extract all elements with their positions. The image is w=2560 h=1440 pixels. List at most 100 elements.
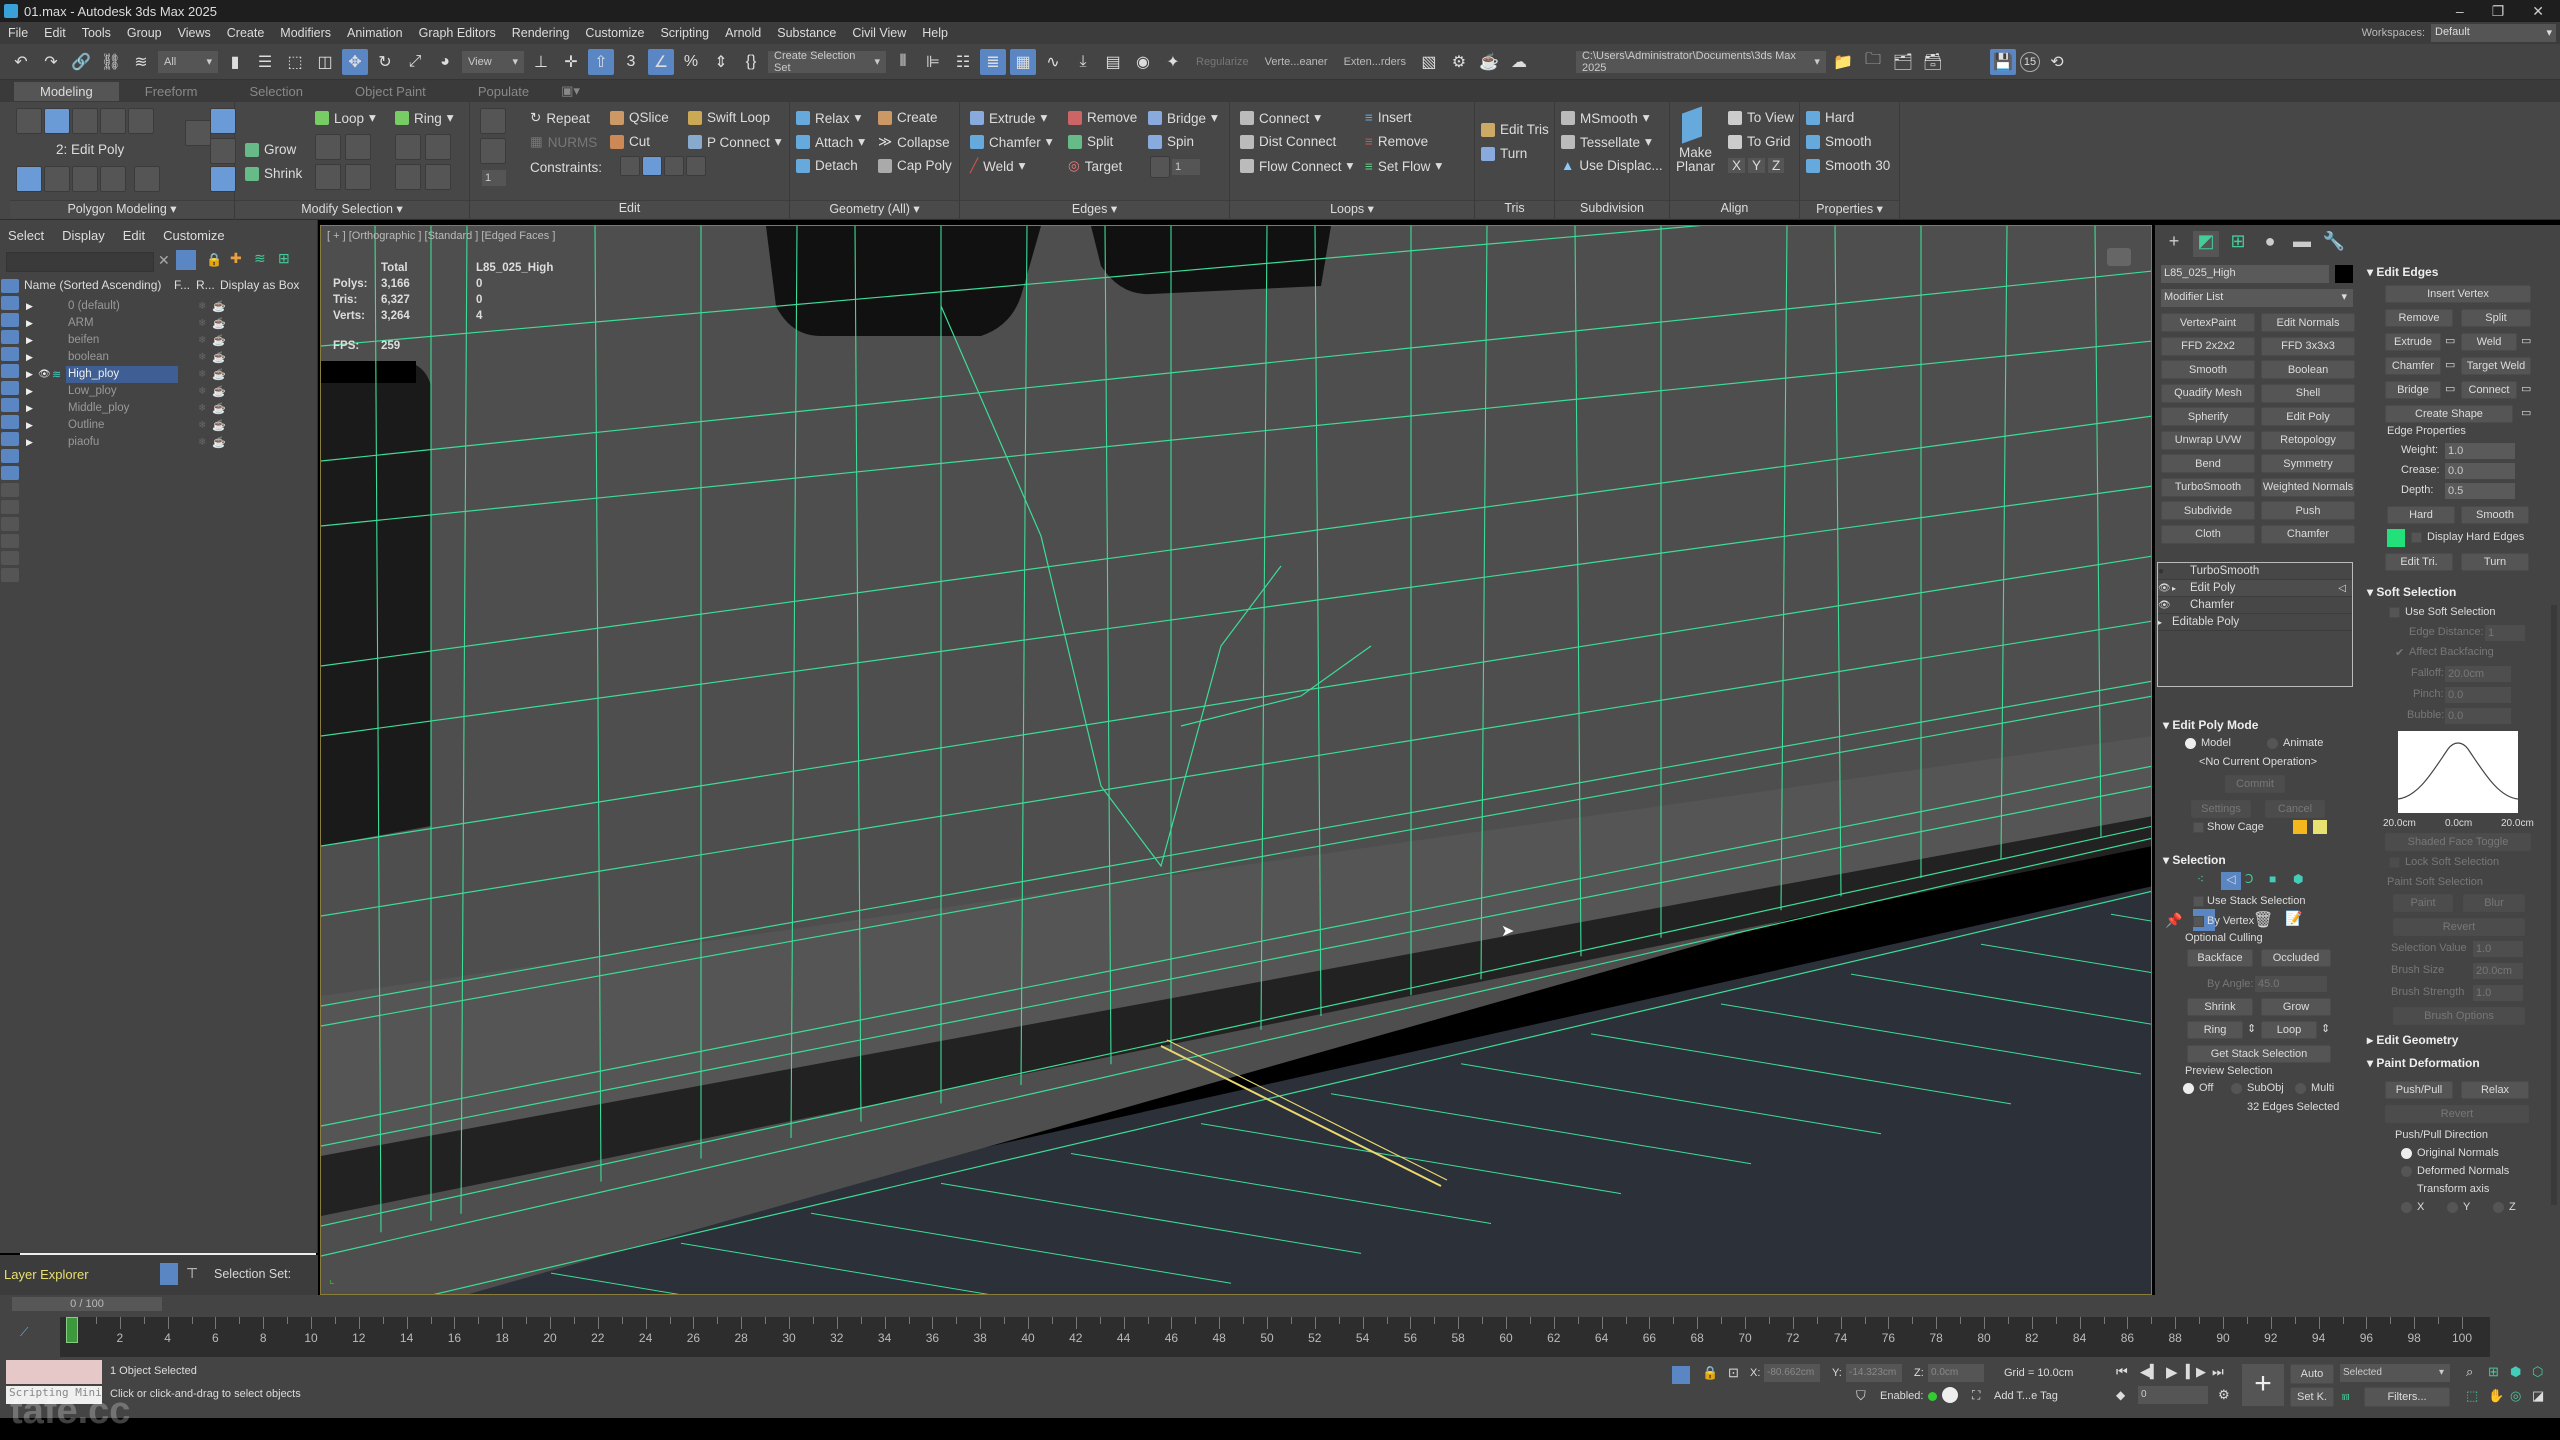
renderable-teapot-icon[interactable]: ☕ — [212, 368, 226, 381]
cap-poly-button[interactable]: Cap Poly — [878, 158, 952, 173]
grow-ring-icon[interactable] — [395, 134, 421, 160]
ring-selection-button[interactable]: Ring — [2187, 1021, 2243, 1039]
bones-filter-icon[interactable] — [1, 415, 19, 429]
smooth-edge-button[interactable]: Smooth — [2461, 506, 2529, 524]
modifier-stack[interactable]: ● TurboSmooth 👁 ▸ Edit Poly ◁ 👁 Chamfer ▸ Editabl… — [2157, 562, 2353, 687]
chamfer-button[interactable]: Chamfer ▾ — [970, 134, 1053, 150]
modifier-button[interactable]: Bend — [2161, 454, 2255, 473]
dist-connect-button[interactable]: Dist Connect — [1240, 134, 1336, 149]
layer-name[interactable]: Outline — [66, 417, 178, 434]
bubble-input[interactable]: 0.0 — [2445, 708, 2511, 724]
layer-row[interactable]: ▶ Middle_ploy ❄ ☕ — [22, 400, 318, 417]
to-grid-button[interactable]: To Grid — [1728, 134, 1791, 149]
repeat-button[interactable]: ↻ Repeat — [530, 110, 590, 126]
grow-loop-icon[interactable] — [315, 134, 341, 160]
bind-space-warp-icon[interactable]: ≋ — [128, 49, 154, 75]
toggle-command-panel-icon[interactable] — [210, 166, 236, 192]
freeze-icon[interactable]: ❄ — [198, 386, 206, 397]
polygon-level-icon[interactable]: ■ — [2269, 872, 2289, 890]
modifier-button[interactable]: Boolean — [2261, 360, 2355, 379]
tab-populate[interactable]: Populate — [452, 82, 555, 101]
weld-button[interactable]: ╱ Weld ▾ — [970, 158, 1025, 174]
menu-create[interactable]: Create — [219, 26, 273, 40]
project-open-icon[interactable]: 📁 — [1830, 49, 1856, 75]
layer-row[interactable]: ▶ 👁 ≋ High_ploy ❄ ☕ — [22, 366, 318, 383]
brush-options-button[interactable]: Brush Options — [2393, 1007, 2525, 1025]
falloff-input[interactable]: 20.0cm — [2445, 666, 2511, 682]
create-shape-settings-icon[interactable]: ▭ — [2521, 406, 2531, 419]
tab-modeling[interactable]: Modeling — [14, 81, 119, 101]
constraint-none-icon[interactable] — [620, 156, 640, 176]
key-filters-button[interactable]: Filters... — [2364, 1387, 2450, 1407]
tag-icon[interactable]: ⛶ — [1972, 1388, 1980, 1403]
menu-rendering[interactable]: Rendering — [504, 26, 578, 40]
freeze-icon[interactable]: ❄ — [198, 301, 206, 312]
select-scale-icon[interactable]: ⤢ — [402, 49, 428, 75]
command-panel-scrollbar[interactable] — [2551, 605, 2557, 1205]
vertex-mode-icon[interactable] — [16, 108, 42, 134]
menu-help[interactable]: Help — [914, 26, 956, 40]
expand-icon[interactable]: ▶ — [26, 301, 33, 312]
modifier-button[interactable]: Weighted Normals — [2261, 477, 2355, 497]
menu-modifiers[interactable]: Modifiers — [272, 26, 339, 40]
freeze-icon[interactable]: ❄ — [198, 335, 206, 346]
revert-paint-button[interactable]: Revert — [2385, 1105, 2529, 1123]
modifier-button[interactable]: Symmetry — [2261, 454, 2355, 473]
column-frozen[interactable]: F... — [174, 278, 196, 294]
set-key-large-button[interactable]: + — [2242, 1364, 2284, 1406]
default-in-out-tangents-icon[interactable]: ⩎ — [2342, 1388, 2349, 1404]
preview-subobj-radio[interactable] — [2231, 1083, 2242, 1094]
layer-row[interactable]: ▶ 0 (default) ❄ ☕ — [22, 298, 318, 315]
select-place-icon[interactable]: ◕ — [432, 49, 458, 75]
save-icon[interactable]: 💾 — [1989, 48, 2016, 75]
menu-substance[interactable]: Substance — [769, 26, 844, 40]
align-z-button[interactable]: Z — [1768, 158, 1785, 173]
extrude-edge-button[interactable]: Extrude — [2385, 333, 2441, 351]
rollout-selection[interactable]: ▾ Selection — [2163, 853, 2226, 867]
z-coordinate-input[interactable]: 0.0cm — [1928, 1364, 1984, 1382]
freeze-icon[interactable]: ❄ — [198, 437, 206, 448]
current-frame-marker[interactable] — [66, 1317, 78, 1343]
weld-settings-icon[interactable]: ▭ — [2521, 334, 2531, 347]
expand-icon[interactable]: ▶ — [26, 369, 33, 380]
get-stack-selection-button[interactable]: Get Stack Selection — [2187, 1045, 2331, 1063]
stack-item[interactable]: 👁 Chamfer — [2158, 597, 2352, 614]
display-tab-icon[interactable]: ▬ — [2289, 231, 2315, 257]
vertex-cleaner-button[interactable]: Verte...eaner — [1259, 56, 1334, 68]
layer-name[interactable]: Low_ploy — [66, 383, 178, 400]
plugin-icon[interactable]: ✦ — [1160, 49, 1186, 75]
layer-row[interactable]: ▶ boolean ❄ ☕ — [22, 349, 318, 366]
clear-search-icon[interactable]: ✕ — [158, 252, 170, 269]
filter-icon[interactable] — [176, 250, 196, 270]
edge-level-icon[interactable]: ◁ — [2221, 872, 2241, 890]
ring-spinner-icon[interactable]: ⇕ — [2247, 1022, 2256, 1035]
rect-selection-icon[interactable]: ⬚ — [282, 49, 308, 75]
shrink-ring-icon[interactable] — [425, 134, 451, 160]
loop-selection-button[interactable]: Loop — [2261, 1021, 2317, 1039]
shrink-loop-icon[interactable] — [345, 134, 371, 160]
restore-button[interactable]: ❐ — [2492, 3, 2505, 20]
timeline-track[interactable]: 0246810121416182022242628303234363840424… — [60, 1317, 2490, 1357]
freeze-icon[interactable]: ❄ — [198, 318, 206, 329]
stack-mode-icon[interactable] — [16, 166, 42, 192]
rollout-soft-selection[interactable]: ▾ Soft Selection — [2367, 585, 2456, 599]
layer-name[interactable]: 0 (default) — [66, 298, 178, 315]
remove-modifier-icon[interactable]: 🗑 — [2253, 910, 2273, 930]
qslice-button[interactable]: QSlice — [610, 110, 669, 125]
previous-frame-icon[interactable]: ◀▍ — [2140, 1364, 2160, 1380]
animate-radio[interactable] — [2267, 738, 2278, 749]
modifier-button[interactable]: Subdivide — [2161, 501, 2255, 520]
edges-spinner[interactable]: 1 — [1172, 159, 1200, 175]
modifier-button[interactable]: Smooth — [2161, 360, 2255, 379]
p-connect-button[interactable]: P Connect ▾ — [688, 134, 782, 150]
render-cloud-icon[interactable]: ☁ — [1506, 49, 1532, 75]
renderable-teapot-icon[interactable]: ☕ — [212, 334, 226, 347]
chamfer-settings-icon[interactable]: ▭ — [2445, 358, 2455, 371]
ring-mode-icon[interactable] — [395, 164, 421, 190]
grow-selection-button[interactable]: Grow — [2261, 998, 2331, 1016]
ref-coord-dropdown[interactable]: View ▾ — [462, 50, 524, 73]
dot-ring-icon[interactable] — [425, 164, 451, 190]
smooth30-button[interactable]: Smooth 30 — [1806, 158, 1890, 173]
axis-y-radio[interactable] — [2447, 1202, 2458, 1213]
layer-row[interactable]: ▶ piaofu ❄ ☕ — [22, 434, 318, 451]
